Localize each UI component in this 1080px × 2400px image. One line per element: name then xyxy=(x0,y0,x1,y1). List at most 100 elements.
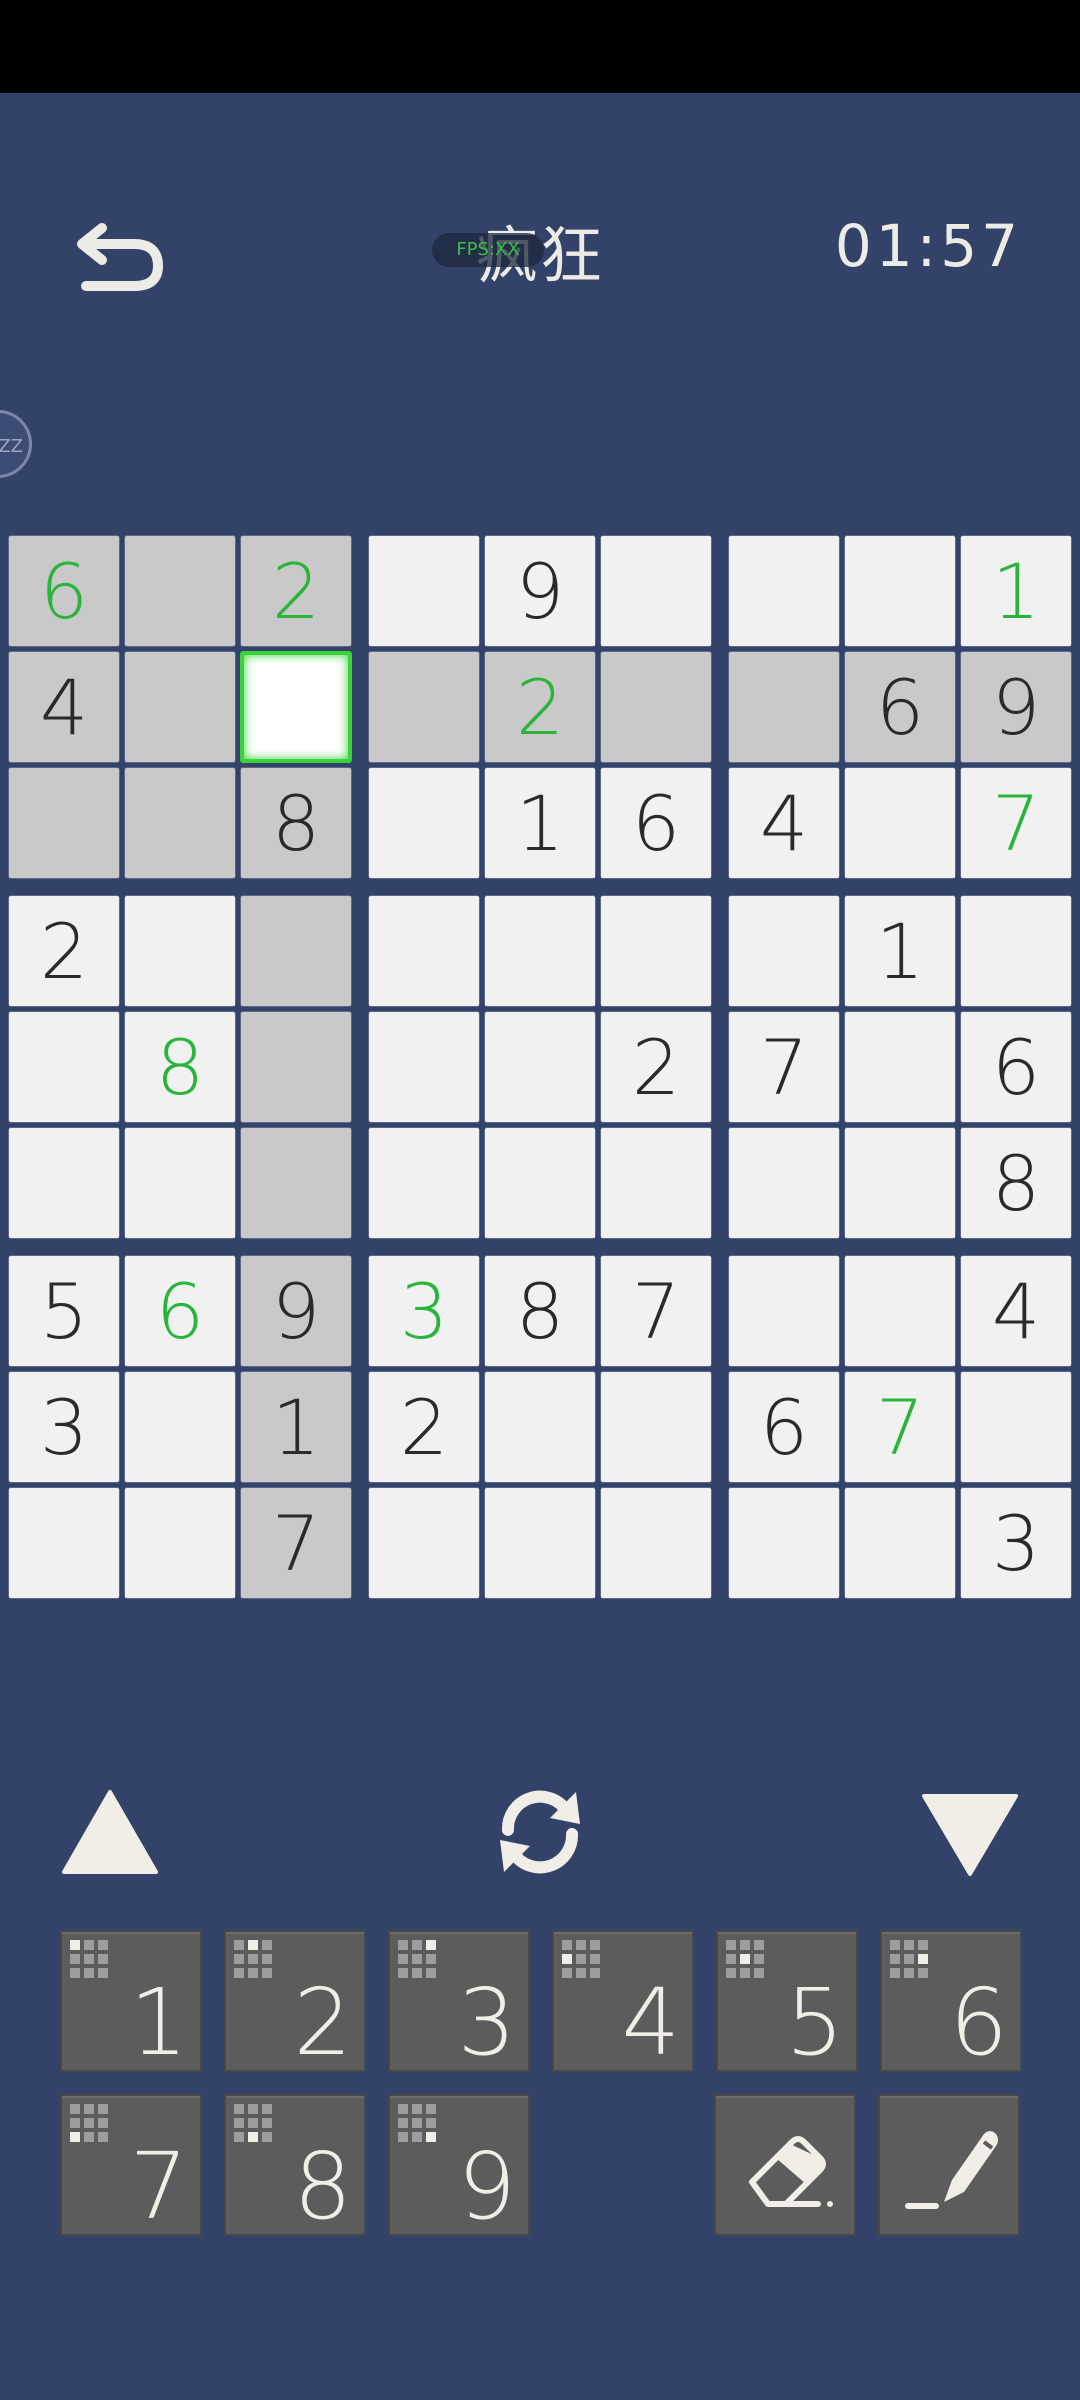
sudoku-cell[interactable]: 7 xyxy=(240,1487,352,1599)
number-button-9[interactable]: 9 xyxy=(388,2094,530,2240)
sudoku-cell[interactable] xyxy=(484,1371,596,1483)
sudoku-cell[interactable] xyxy=(124,651,236,763)
sudoku-cell[interactable]: 4 xyxy=(8,651,120,763)
sudoku-cell[interactable]: 1 xyxy=(240,1371,352,1483)
sudoku-cell[interactable]: 8 xyxy=(240,767,352,879)
sudoku-cell[interactable]: 1 xyxy=(960,535,1072,647)
sudoku-cell[interactable] xyxy=(8,1127,120,1239)
sudoku-cell[interactable] xyxy=(844,767,956,879)
sudoku-cell[interactable] xyxy=(728,895,840,1007)
number-button-1[interactable]: 1 xyxy=(60,1930,202,2076)
sudoku-cell[interactable] xyxy=(960,895,1072,1007)
number-button-7[interactable]: 7 xyxy=(60,2094,202,2240)
sudoku-cell[interactable] xyxy=(8,767,120,879)
sudoku-cell[interactable] xyxy=(240,895,352,1007)
sudoku-cell[interactable] xyxy=(728,1255,840,1367)
sudoku-cell[interactable]: 6 xyxy=(844,651,956,763)
selected-cell[interactable] xyxy=(240,651,352,763)
number-button-2[interactable]: 2 xyxy=(224,1930,366,2076)
sudoku-cell[interactable]: 2 xyxy=(240,535,352,647)
sudoku-cell[interactable]: 4 xyxy=(960,1255,1072,1367)
sudoku-cell[interactable] xyxy=(600,1487,712,1599)
number-button-label: 1 xyxy=(129,1969,188,2076)
sudoku-cell[interactable] xyxy=(600,1371,712,1483)
sudoku-cell[interactable] xyxy=(124,535,236,647)
number-button-5[interactable]: 5 xyxy=(716,1930,858,2076)
sudoku-cell[interactable] xyxy=(368,1127,480,1239)
sudoku-cell[interactable] xyxy=(240,1011,352,1123)
sudoku-cell[interactable]: 3 xyxy=(960,1487,1072,1599)
sudoku-cell[interactable] xyxy=(124,1487,236,1599)
sudoku-cell[interactable]: 4 xyxy=(728,767,840,879)
sudoku-cell[interactable]: 2 xyxy=(8,895,120,1007)
sudoku-cell[interactable] xyxy=(124,895,236,1007)
sudoku-cell[interactable] xyxy=(484,1011,596,1123)
sudoku-cell[interactable]: 3 xyxy=(8,1371,120,1483)
number-button-label: 4 xyxy=(621,1969,680,2076)
sudoku-cell[interactable] xyxy=(844,535,956,647)
sudoku-cell[interactable]: 8 xyxy=(960,1127,1072,1239)
sudoku-cell[interactable]: 3 xyxy=(368,1255,480,1367)
sudoku-cell[interactable] xyxy=(844,1011,956,1123)
sudoku-cell[interactable]: 2 xyxy=(368,1371,480,1483)
sudoku-cell[interactable] xyxy=(368,895,480,1007)
sudoku-cell[interactable] xyxy=(960,1371,1072,1483)
sudoku-cell[interactable] xyxy=(600,535,712,647)
sudoku-cell[interactable] xyxy=(124,1127,236,1239)
sudoku-cell[interactable] xyxy=(368,767,480,879)
sudoku-cell[interactable]: 9 xyxy=(960,651,1072,763)
sudoku-cell[interactable] xyxy=(600,1127,712,1239)
sudoku-cell[interactable] xyxy=(484,1487,596,1599)
sudoku-cell[interactable] xyxy=(600,895,712,1007)
sudoku-cell[interactable] xyxy=(728,651,840,763)
sudoku-cell[interactable]: 7 xyxy=(960,767,1072,879)
sudoku-cell[interactable] xyxy=(368,1011,480,1123)
sudoku-cell[interactable]: 5 xyxy=(8,1255,120,1367)
sudoku-cell[interactable]: 7 xyxy=(600,1255,712,1367)
floating-side-badge[interactable]: ZZ xyxy=(0,410,32,478)
sudoku-cell[interactable] xyxy=(728,1127,840,1239)
number-button-6[interactable]: 6 xyxy=(880,1930,1022,2076)
sudoku-cell[interactable]: 2 xyxy=(484,651,596,763)
sudoku-cell[interactable]: 8 xyxy=(484,1255,596,1367)
sudoku-cell[interactable]: 9 xyxy=(484,535,596,647)
sudoku-cell[interactable] xyxy=(124,767,236,879)
triangle-up-icon[interactable] xyxy=(60,1788,160,1876)
sudoku-cell[interactable]: 7 xyxy=(728,1011,840,1123)
sudoku-cell[interactable] xyxy=(8,1487,120,1599)
refresh-icon[interactable] xyxy=(488,1782,592,1882)
sudoku-cell[interactable]: 6 xyxy=(728,1371,840,1483)
sudoku-cell[interactable] xyxy=(728,1487,840,1599)
sudoku-cell[interactable]: 6 xyxy=(8,535,120,647)
sudoku-cell[interactable]: 6 xyxy=(124,1255,236,1367)
sudoku-cell[interactable] xyxy=(368,1487,480,1599)
eraser-button[interactable] xyxy=(714,2094,856,2236)
sudoku-cell[interactable] xyxy=(8,1011,120,1123)
sudoku-cell[interactable]: 1 xyxy=(484,767,596,879)
sudoku-cell[interactable] xyxy=(240,1127,352,1239)
sudoku-cell[interactable]: 8 xyxy=(124,1011,236,1123)
sudoku-cell[interactable] xyxy=(728,535,840,647)
sudoku-cell[interactable] xyxy=(844,1487,956,1599)
sudoku-cell[interactable]: 7 xyxy=(844,1371,956,1483)
sudoku-cell[interactable] xyxy=(124,1371,236,1483)
pencil-icon xyxy=(905,2131,998,2209)
sudoku-cell[interactable] xyxy=(484,895,596,1007)
sudoku-cell[interactable]: 2 xyxy=(600,1011,712,1123)
sudoku-cell[interactable] xyxy=(600,651,712,763)
sudoku-cell[interactable] xyxy=(368,535,480,647)
number-button-label: 6 xyxy=(949,1969,1008,2076)
sudoku-cell[interactable] xyxy=(844,1127,956,1239)
triangle-down-icon[interactable] xyxy=(920,1792,1020,1878)
number-button-4[interactable]: 4 xyxy=(552,1930,694,2076)
sudoku-cell[interactable] xyxy=(484,1127,596,1239)
sudoku-cell[interactable]: 9 xyxy=(240,1255,352,1367)
sudoku-cell[interactable]: 6 xyxy=(600,767,712,879)
pencil-button[interactable] xyxy=(878,2094,1020,2236)
sudoku-cell[interactable]: 6 xyxy=(960,1011,1072,1123)
number-button-3[interactable]: 3 xyxy=(388,1930,530,2076)
sudoku-cell[interactable] xyxy=(844,1255,956,1367)
sudoku-cell[interactable] xyxy=(368,651,480,763)
number-button-8[interactable]: 8 xyxy=(224,2094,366,2240)
sudoku-cell[interactable]: 1 xyxy=(844,895,956,1007)
